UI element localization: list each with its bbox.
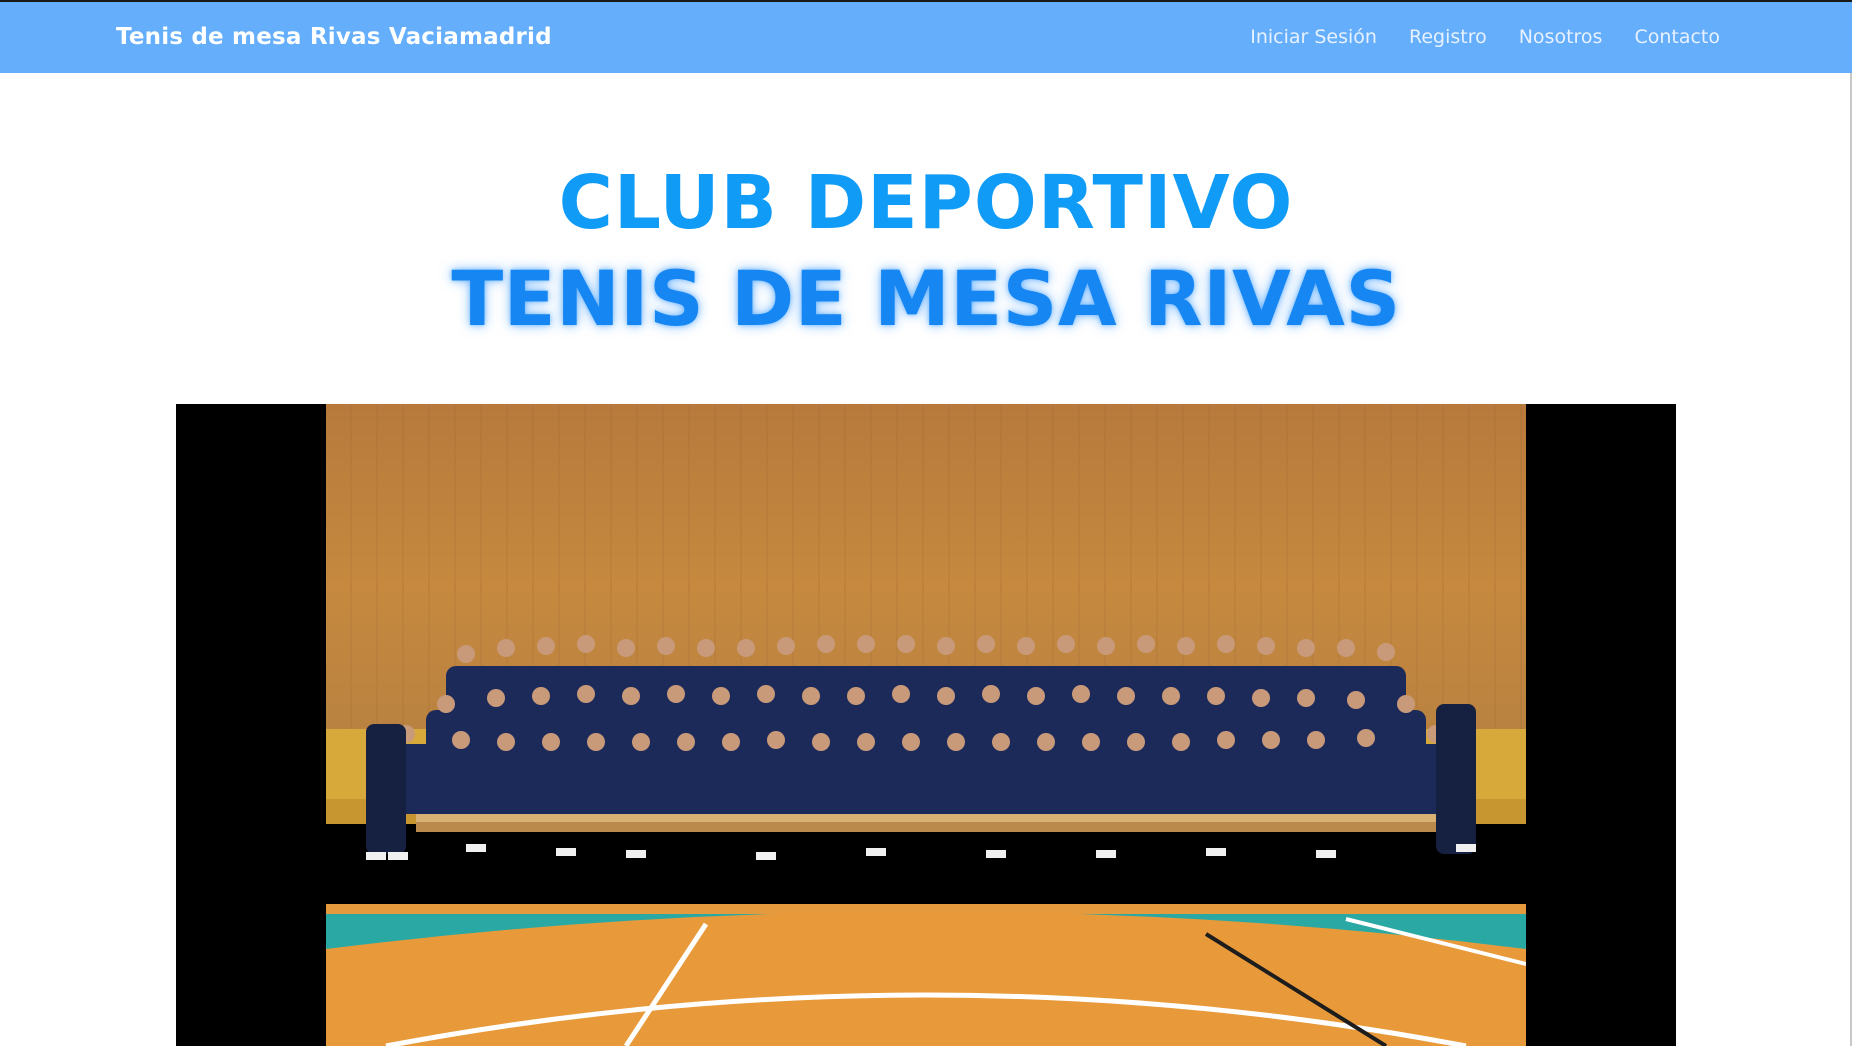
- nav-link-about[interactable]: Nosotros: [1519, 2, 1603, 73]
- nav-link-register[interactable]: Registro: [1409, 2, 1487, 73]
- navbar: Tenis de mesa Rivas Vaciamadrid Iniciar …: [0, 2, 1852, 73]
- heading-tenis-de-mesa-rivas: TENIS DE MESA RIVAS: [451, 254, 1401, 343]
- nav-links: Iniciar Sesión Registro Nosotros Contact…: [1250, 2, 1720, 73]
- brand-link[interactable]: Tenis de mesa Rivas Vaciamadrid: [116, 2, 552, 73]
- nav-link-contact[interactable]: Contacto: [1634, 2, 1720, 73]
- hero-heading: CLUB DEPORTIVO TENIS DE MESA RIVAS: [0, 155, 1852, 347]
- team-photo: [326, 404, 1526, 1046]
- heading-club-deportivo: CLUB DEPORTIVO: [558, 160, 1294, 246]
- video-player[interactable]: [176, 404, 1676, 1046]
- nav-link-login[interactable]: Iniciar Sesión: [1250, 2, 1377, 73]
- team-photo-image: [326, 404, 1526, 1046]
